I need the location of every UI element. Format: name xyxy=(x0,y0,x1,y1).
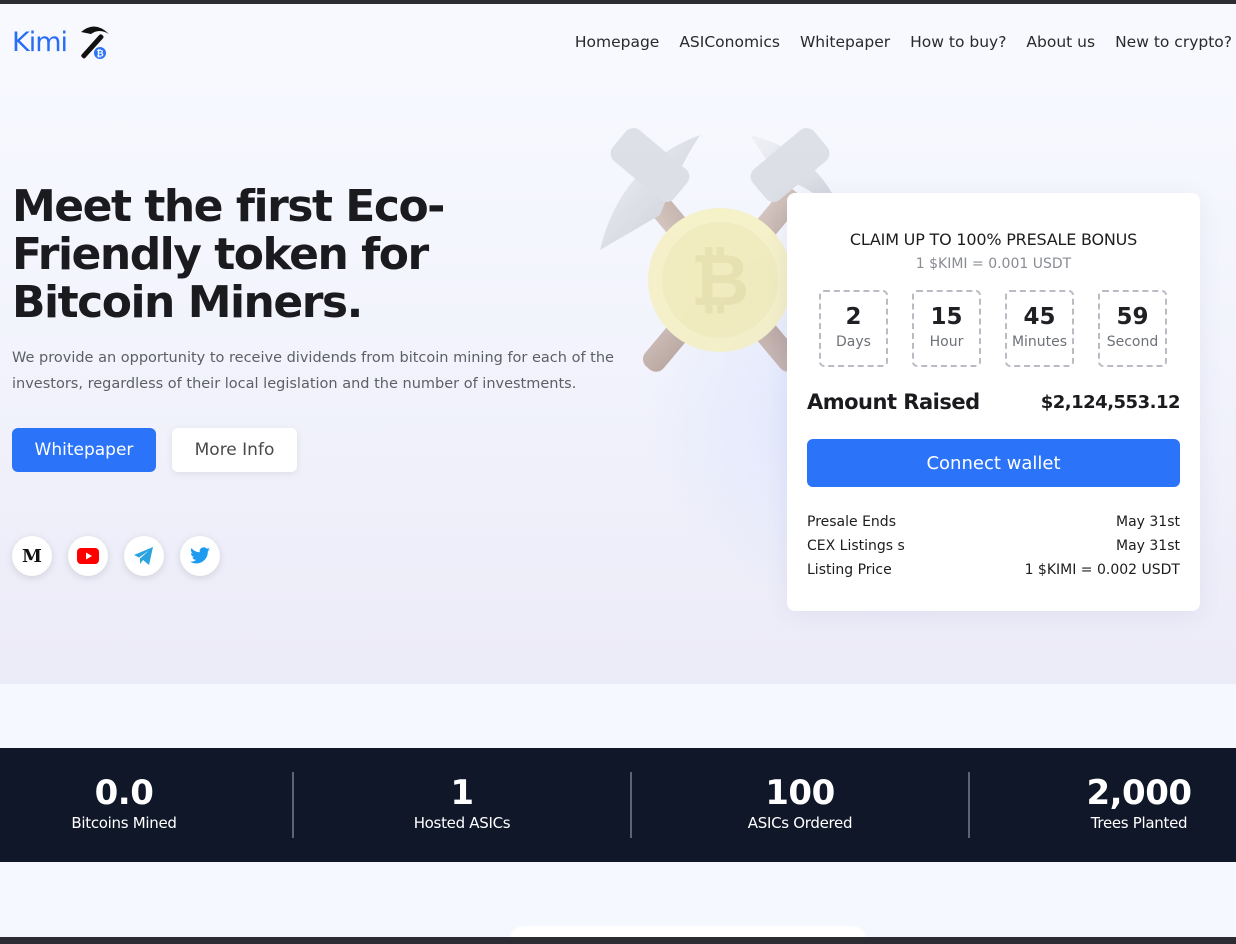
logo-text: Kimi xyxy=(12,26,68,58)
info-label: CEX Listings s xyxy=(807,538,905,554)
logo[interactable]: Kimi ₿ xyxy=(12,22,113,62)
whitepaper-button[interactable]: Whitepaper xyxy=(12,428,156,472)
connect-wallet-button[interactable]: Connect wallet xyxy=(807,439,1180,487)
info-row-presale-ends: Presale Ends May 31st xyxy=(807,510,1180,534)
nav-about-us[interactable]: About us xyxy=(1026,33,1095,51)
stat-divider xyxy=(292,772,294,838)
telegram-icon xyxy=(134,547,153,565)
presale-rate: 1 $KIMI = 0.001 USDT xyxy=(915,256,1072,272)
countdown-timer: 2 Days 15 Hour 45 Minutes 59 Second xyxy=(819,290,1167,367)
amount-raised-label: Amount Raised xyxy=(807,390,980,414)
countdown-seconds: 59 Second xyxy=(1098,290,1167,367)
more-info-button[interactable]: More Info xyxy=(172,428,297,472)
countdown-label: Minutes xyxy=(1011,334,1068,350)
countdown-minutes: 45 Minutes xyxy=(1005,290,1074,367)
stat-label: Hosted ASICs xyxy=(413,814,511,832)
medium-icon: M xyxy=(22,546,42,566)
nav-asiconomics[interactable]: ASIConomics xyxy=(679,33,780,51)
stat-bitcoins-mined: 0.0 Bitcoins Mined xyxy=(4,772,244,832)
stat-trees-planted: 2,000 Trees Planted xyxy=(1019,772,1236,832)
stat-hosted-asics: 1 Hosted ASICs xyxy=(342,772,582,832)
hero-description: We provide an opportunity to receive div… xyxy=(12,350,614,392)
stat-value: 100 xyxy=(765,773,835,813)
stat-label: ASICs Ordered xyxy=(747,814,853,832)
info-value: May 31st xyxy=(1116,538,1180,554)
presale-title: CLAIM UP TO 100% PRESALE BONUS xyxy=(849,230,1138,249)
nav-whitepaper[interactable]: Whitepaper xyxy=(800,33,890,51)
nav-homepage[interactable]: Homepage xyxy=(575,33,660,51)
info-label: Listing Price xyxy=(807,562,892,578)
nav-how-to-buy[interactable]: How to buy? xyxy=(910,33,1006,51)
presale-info: Presale Ends May 31st CEX Listings s May… xyxy=(807,510,1180,582)
info-value: 1 $KIMI = 0.002 USDT xyxy=(1024,562,1180,578)
nav-new-to-crypto[interactable]: New to crypto? xyxy=(1115,33,1232,51)
social-links: M xyxy=(12,536,220,576)
youtube-icon xyxy=(77,548,99,564)
amount-raised-value: $2,124,553.12 xyxy=(1040,392,1181,413)
telegram-link[interactable] xyxy=(124,536,164,576)
svg-text:M: M xyxy=(22,546,42,566)
countdown-label: Days xyxy=(836,334,871,350)
presale-card: CLAIM UP TO 100% PRESALE BONUS 1 $KIMI =… xyxy=(787,193,1200,611)
stat-divider xyxy=(968,772,970,838)
stat-divider xyxy=(630,772,632,838)
window-bottom-bar xyxy=(0,937,1236,944)
countdown-days: 2 Days xyxy=(819,290,888,367)
pickaxe-bitcoin-icon: ₿ xyxy=(81,26,110,60)
countdown-value: 2 xyxy=(845,304,862,330)
info-label: Presale Ends xyxy=(807,514,896,530)
stat-asics-ordered: 100 ASICs Ordered xyxy=(680,772,920,832)
countdown-value: 45 xyxy=(1023,304,1056,330)
medium-link[interactable]: M xyxy=(12,536,52,576)
twitter-icon xyxy=(190,547,210,564)
info-row-listing-price: Listing Price 1 $KIMI = 0.002 USDT xyxy=(807,558,1180,582)
svg-text:₿: ₿ xyxy=(96,49,103,60)
hero-section: ₿ Meet the first Eco-Friendly token for … xyxy=(0,80,1236,684)
main-nav: Homepage ASIConomics Whitepaper How to b… xyxy=(575,33,1232,51)
stat-value: 0.0 xyxy=(94,773,154,813)
countdown-value: 59 xyxy=(1116,304,1149,330)
youtube-link[interactable] xyxy=(68,536,108,576)
countdown-label: Second xyxy=(1106,334,1159,350)
info-row-cex-listings: CEX Listings s May 31st xyxy=(807,534,1180,558)
countdown-label: Hour xyxy=(929,334,964,350)
stat-value: 1 xyxy=(450,773,474,813)
countdown-hours: 15 Hour xyxy=(912,290,981,367)
stat-label: Trees Planted xyxy=(1090,814,1188,832)
svg-text:₿: ₿ xyxy=(691,238,750,322)
countdown-value: 15 xyxy=(930,304,963,330)
twitter-link[interactable] xyxy=(180,536,220,576)
stat-label: Bitcoins Mined xyxy=(71,814,177,832)
hero-title: Meet the first Eco-Friendly token for Bi… xyxy=(12,181,445,328)
stat-value: 2,000 xyxy=(1086,773,1192,813)
info-value: May 31st xyxy=(1116,514,1180,530)
stats-bar: 0.0 Bitcoins Mined 1 Hosted ASICs 100 AS… xyxy=(0,748,1236,862)
site-header: Kimi ₿ Homepage ASIConomics Whitepaper H… xyxy=(0,4,1236,80)
